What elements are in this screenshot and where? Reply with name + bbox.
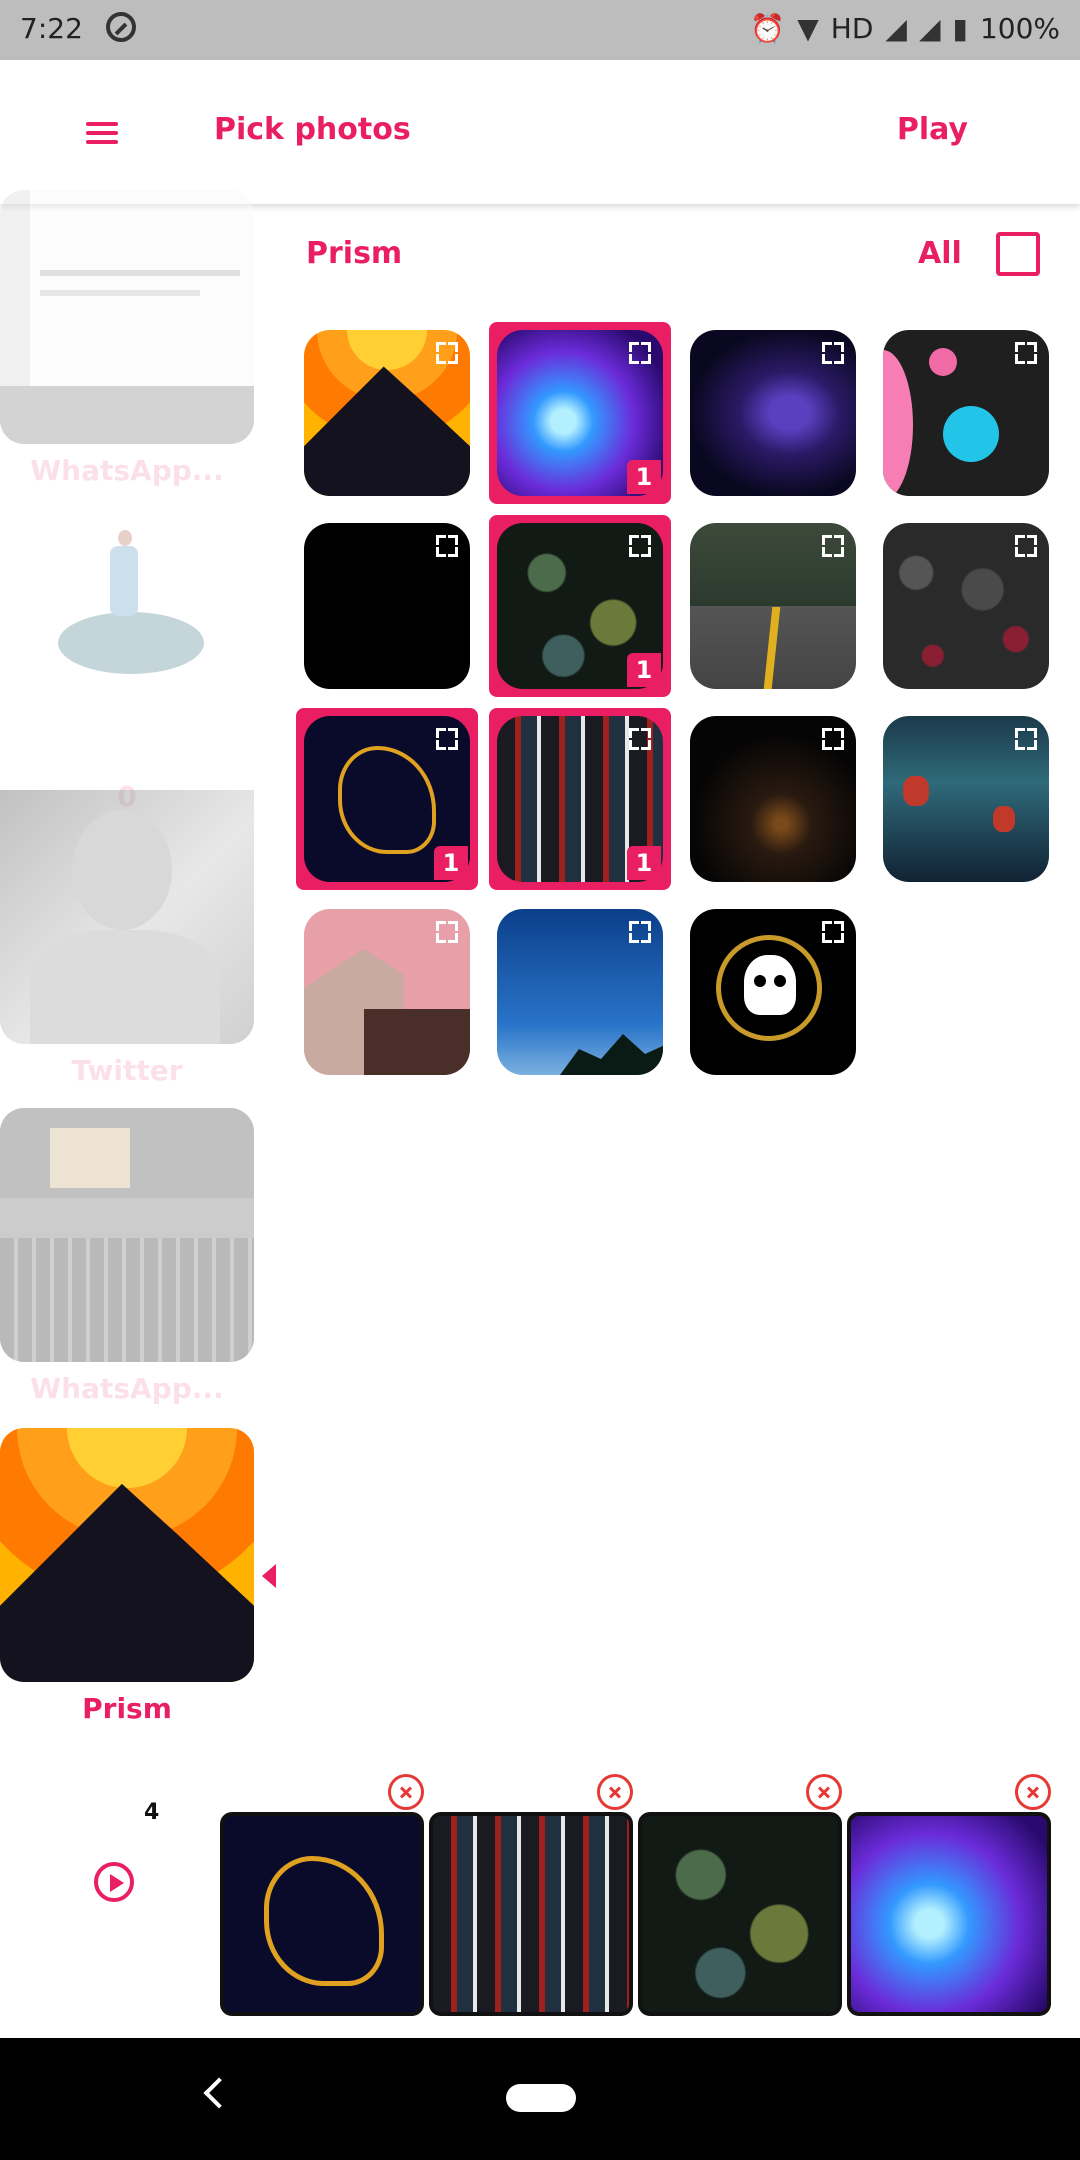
photo-tile[interactable]: 1 xyxy=(489,708,671,890)
home-button[interactable] xyxy=(506,2084,576,2112)
photo-tile[interactable] xyxy=(875,708,1057,890)
selected-photo[interactable] xyxy=(220,1774,424,2016)
photo-tile[interactable] xyxy=(296,322,478,504)
album-thumbnail xyxy=(0,1108,254,1362)
expand-icon[interactable] xyxy=(1015,728,1037,750)
status-icons: ⏰ ▼ HD ◢ ◢ ▮ 100% xyxy=(750,12,1060,45)
remove-icon[interactable] xyxy=(806,1774,842,1810)
selection-count-badge: 1 xyxy=(627,653,661,687)
select-all-checkbox[interactable] xyxy=(996,232,1040,276)
photo-tile[interactable] xyxy=(875,322,1057,504)
album-label: Prism xyxy=(82,1692,172,1725)
remove-icon[interactable] xyxy=(388,1774,424,1810)
photo-tile[interactable] xyxy=(682,515,864,697)
selected-photo[interactable] xyxy=(429,1774,633,2016)
photo-tile[interactable] xyxy=(682,322,864,504)
photo-tile[interactable]: 1 xyxy=(489,515,671,697)
menu-icon[interactable] xyxy=(86,122,118,144)
expand-icon[interactable] xyxy=(436,535,458,557)
remove-icon[interactable] xyxy=(597,1774,633,1810)
status-bar: 7:22 ⏰ ▼ HD ◢ ◢ ▮ 100% xyxy=(0,0,1080,60)
expand-icon[interactable] xyxy=(436,342,458,364)
photo-tile[interactable]: 1 xyxy=(489,322,671,504)
album-label: WhatsApp... xyxy=(30,1372,224,1405)
signal-icon: ◢ xyxy=(885,12,907,45)
alarm-icon: ⏰ xyxy=(750,12,786,45)
photo-tile[interactable]: 1 xyxy=(296,708,478,890)
photo-tile[interactable] xyxy=(296,901,478,1083)
folder-title: Prism xyxy=(306,236,403,271)
expand-icon[interactable] xyxy=(822,535,844,557)
photo-tile[interactable] xyxy=(682,708,864,890)
album-sidebar: WhatsApp... 0 Twitter WhatsApp... Prism xyxy=(0,190,256,1764)
expand-icon[interactable] xyxy=(629,342,651,364)
signal-roaming-icon: ◢ xyxy=(918,12,941,45)
album-twitter[interactable]: Twitter xyxy=(0,790,254,1087)
album-label: Twitter xyxy=(71,1054,183,1087)
system-nav-bar xyxy=(0,2038,1080,2160)
expand-icon[interactable] xyxy=(629,728,651,750)
expand-icon[interactable] xyxy=(436,728,458,750)
album-thumbnail xyxy=(0,516,254,770)
battery-icon: ▮ xyxy=(952,12,968,45)
expand-icon[interactable] xyxy=(822,342,844,364)
select-all-label: All xyxy=(918,236,962,271)
selection-count-badge: 1 xyxy=(434,846,468,880)
back-icon[interactable] xyxy=(203,2077,235,2109)
album-0[interactable]: 0 xyxy=(0,516,254,813)
expand-icon[interactable] xyxy=(1015,342,1037,364)
album-thumbnail xyxy=(0,790,254,1044)
photo-tile[interactable] xyxy=(489,901,671,1083)
page-title: Pick photos xyxy=(214,112,411,147)
expand-icon[interactable] xyxy=(822,921,844,943)
network-type: HD xyxy=(830,12,874,45)
do-not-disturb-icon xyxy=(106,12,136,42)
remove-icon[interactable] xyxy=(1015,1774,1051,1810)
active-album-indicator xyxy=(262,1564,276,1588)
expand-icon[interactable] xyxy=(822,728,844,750)
expand-icon[interactable] xyxy=(629,921,651,943)
battery-percent: 100% xyxy=(979,12,1060,45)
status-time: 7:22 xyxy=(20,12,83,45)
photo-tile[interactable] xyxy=(682,901,864,1083)
selected-photo[interactable] xyxy=(638,1774,842,2016)
play-button[interactable]: Play xyxy=(897,112,968,147)
album-thumbnail xyxy=(0,190,254,444)
album-label: WhatsApp... xyxy=(30,454,224,487)
expand-icon[interactable] xyxy=(629,535,651,557)
selected-photo[interactable] xyxy=(847,1774,1051,2016)
photo-tile[interactable] xyxy=(296,515,478,697)
album-thumbnail xyxy=(0,1428,254,1682)
selected-count: 4 xyxy=(144,1800,160,1825)
selection-count-badge: 1 xyxy=(627,846,661,880)
expand-icon[interactable] xyxy=(1015,535,1037,557)
album-prism[interactable]: Prism xyxy=(0,1428,254,1725)
expand-icon[interactable] xyxy=(436,921,458,943)
wifi-icon: ▼ xyxy=(797,12,819,45)
album-whatsapp-1[interactable]: WhatsApp... xyxy=(0,190,254,487)
play-circle-icon[interactable] xyxy=(94,1862,134,1902)
photo-tile[interactable] xyxy=(875,515,1057,697)
selection-count-badge: 1 xyxy=(627,460,661,494)
app-bar: Pick photos Play xyxy=(0,60,1080,204)
album-whatsapp-2[interactable]: WhatsApp... xyxy=(0,1108,254,1405)
